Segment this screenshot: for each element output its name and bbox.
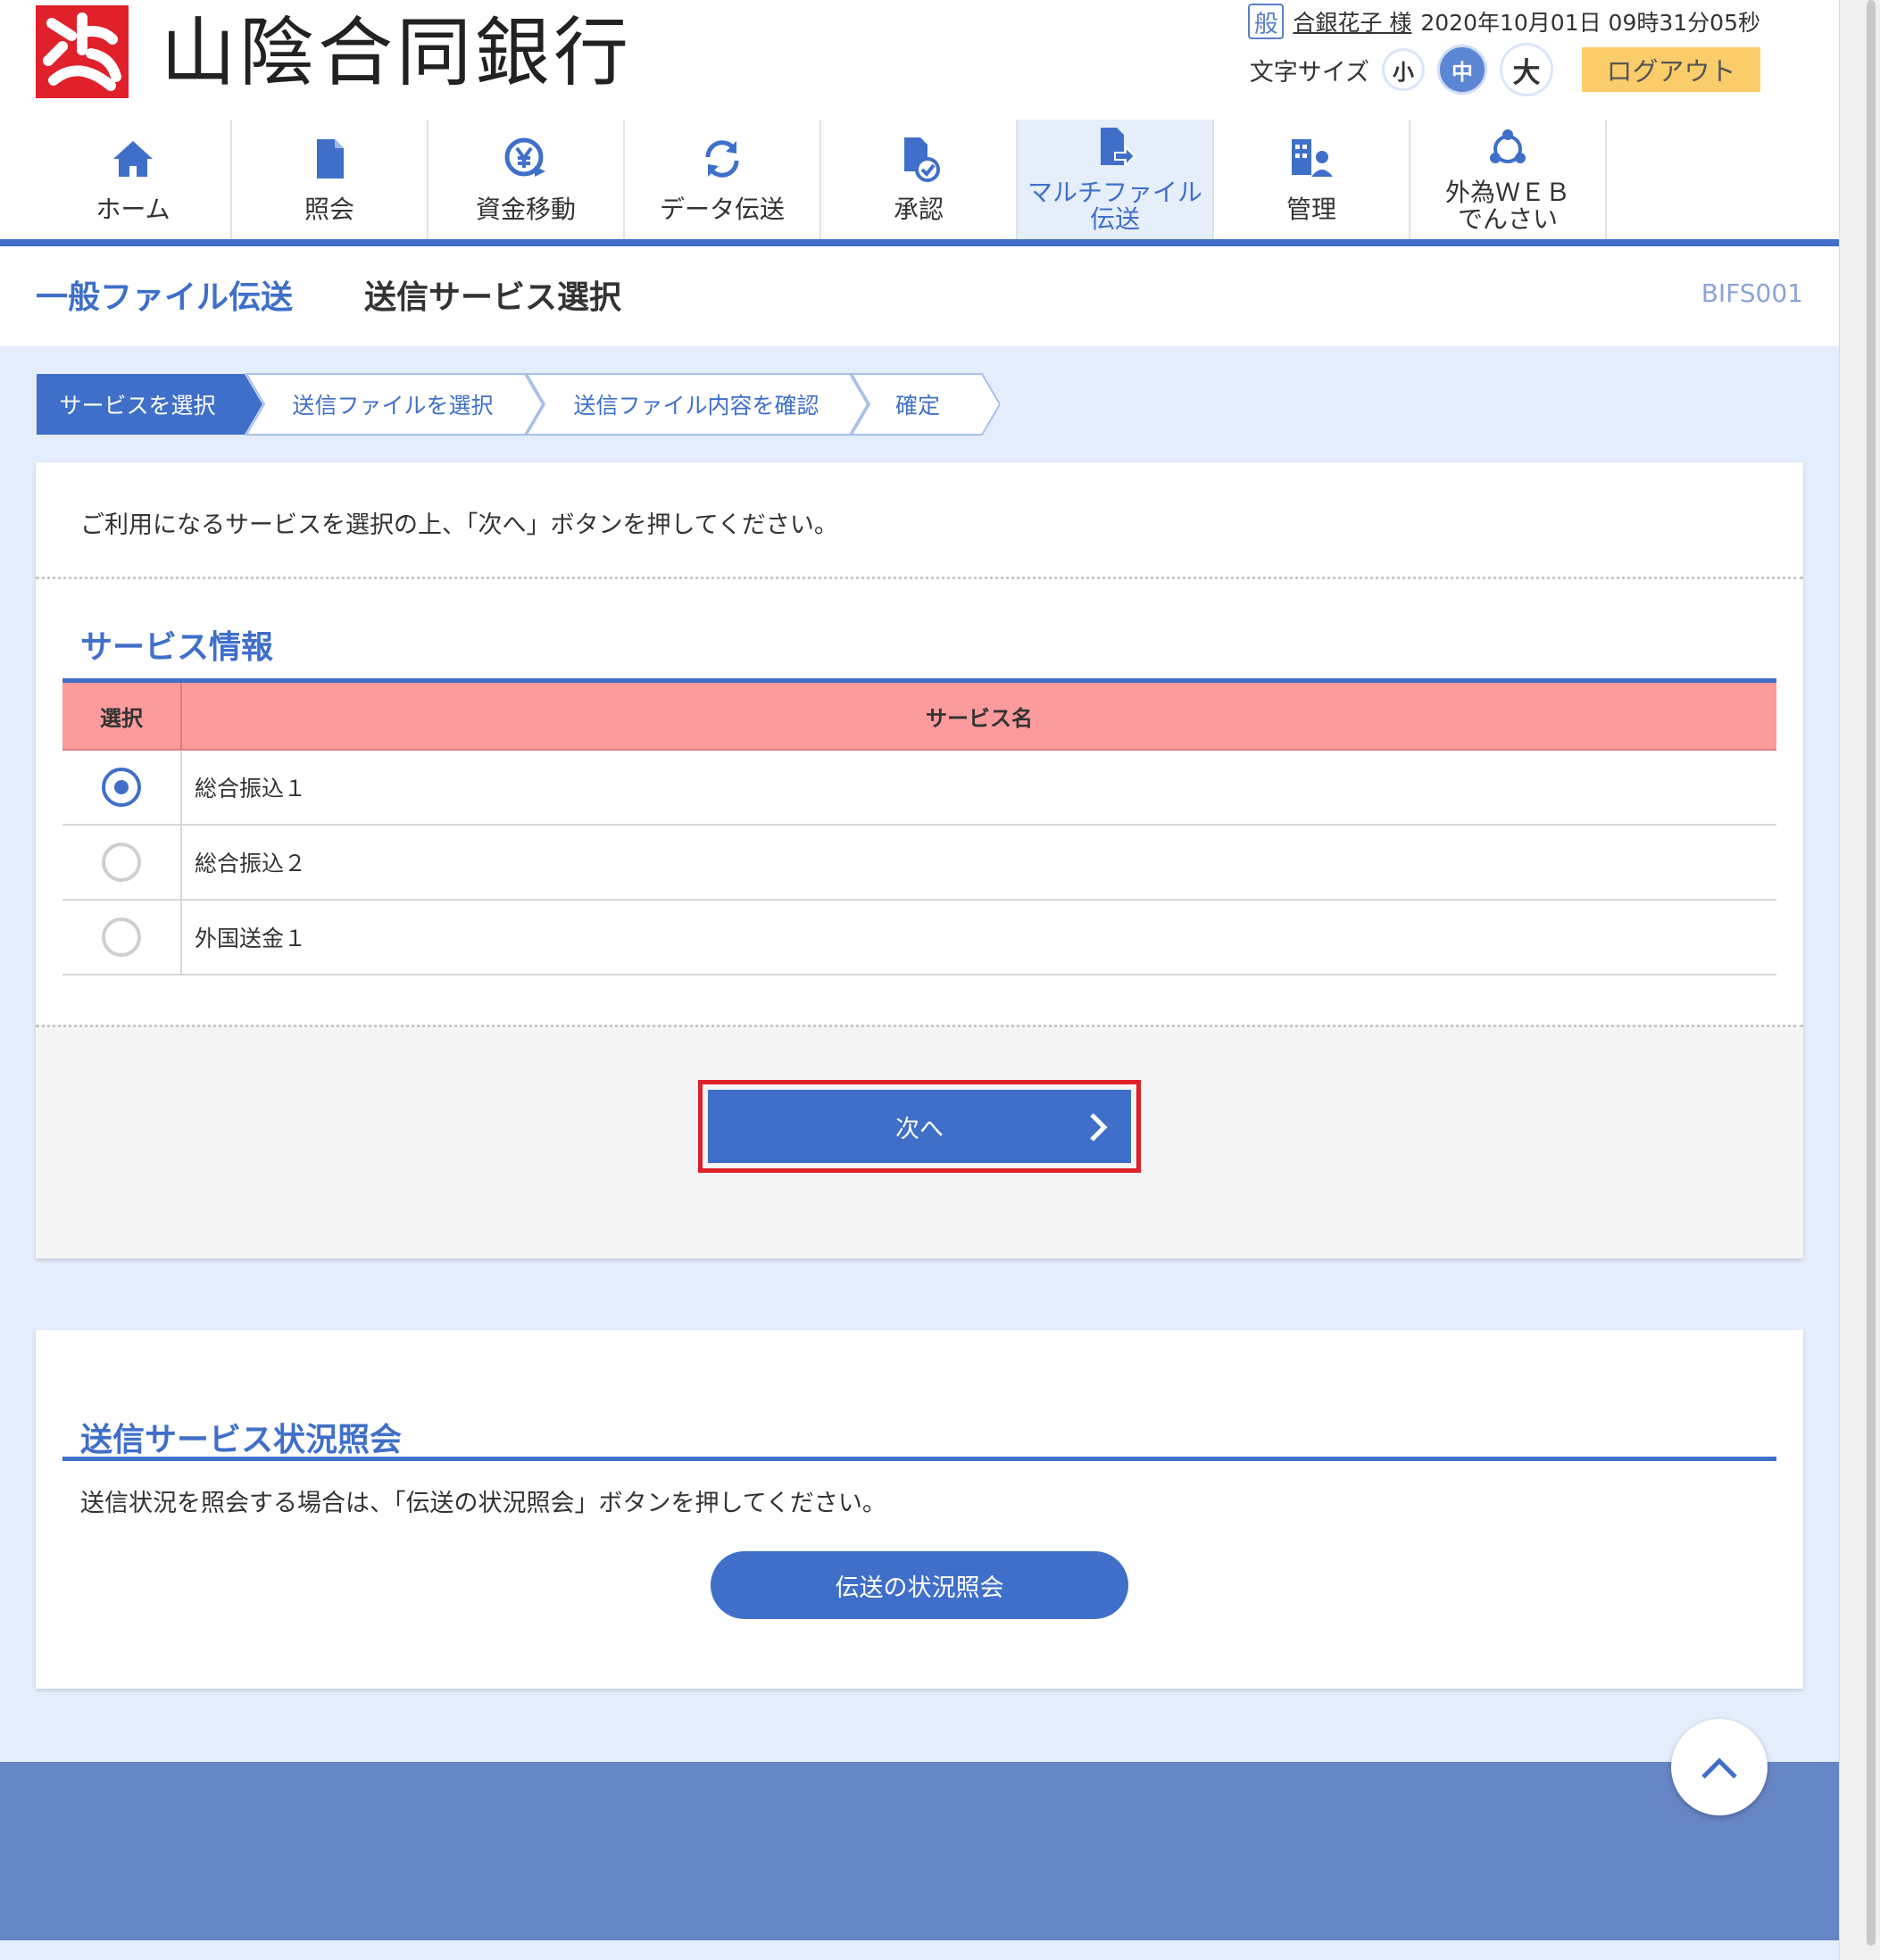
service-radio-1[interactable] xyxy=(102,768,141,807)
service-name: 総合振込２ xyxy=(195,851,307,876)
page-category-title: 一般ファイル伝送 xyxy=(36,279,294,316)
global-nav: ホーム 照会 資金移動 データ伝送 承認 マルチファイル 伝送 管理 外為ＷＥＢ… xyxy=(36,120,1607,239)
status-inquiry-heading: 送信サービス状況照会 xyxy=(80,1422,403,1458)
service-name: 外国送金１ xyxy=(195,926,307,951)
title-bar: 一般ファイル伝送 送信サービス選択 BIFS001 xyxy=(0,246,1839,346)
step-3-label: 送信ファイル内容を確認 xyxy=(573,393,819,419)
table-row[interactable]: 総合振込１ xyxy=(62,751,1776,826)
next-button-highlight: 次へ xyxy=(698,1080,1141,1173)
nav-home[interactable]: ホーム xyxy=(36,120,232,239)
home-icon xyxy=(113,141,153,177)
nav-inquiry-label: 照会 xyxy=(304,195,354,224)
table-row[interactable]: 外国送金１ xyxy=(62,901,1776,976)
nav-fund-transfer[interactable]: 資金移動 xyxy=(428,120,625,239)
sync-icon xyxy=(705,140,739,178)
nav-forex-label-1: 外為ＷＥＢ xyxy=(1444,178,1570,207)
service-select-card: ご利用になるサービスを選択の上、「次へ」ボタンを押してください。 サービス情報 … xyxy=(36,462,1803,1258)
user-type-badge: 般 xyxy=(1248,4,1285,39)
table-row[interactable]: 総合振込２ xyxy=(62,826,1776,901)
status-inquiry-card: 送信サービス状況照会 送信状況を照会する場合は、「伝送の状況照会」ボタンを押して… xyxy=(36,1330,1803,1689)
instruction-text: ご利用になるサービスを選択の上、「次へ」ボタンを押してください。 xyxy=(80,511,838,539)
header: 山陰合同銀行 般 合銀花子 様 2020年10月01日 09時31分05秒 文字… xyxy=(0,0,1839,248)
yen-transfer-icon xyxy=(504,137,545,177)
next-button[interactable]: 次へ xyxy=(708,1090,1131,1163)
nav-multi-file-transfer[interactable]: マルチファイル 伝送 xyxy=(1018,120,1214,239)
nav-multi-file-label-1: マルチファイル xyxy=(1027,178,1202,207)
bank-name[interactable]: 山陰合同銀行 xyxy=(161,4,632,102)
chevron-up-icon xyxy=(1701,1757,1737,1779)
nav-divider xyxy=(0,239,1839,246)
footer-bottom xyxy=(0,1940,1839,1960)
select-cell xyxy=(62,901,182,974)
nav-approval-label: 承認 xyxy=(893,195,944,224)
font-small-button[interactable]: 小 xyxy=(1382,48,1425,91)
nav-inquiry[interactable]: 照会 xyxy=(232,120,428,239)
nav-multi-file-label-2: 伝送 xyxy=(1089,204,1140,234)
user-name-link[interactable]: 合銀花子 様 xyxy=(1293,5,1411,37)
service-name: 総合振込１ xyxy=(195,776,307,801)
service-radio-2[interactable] xyxy=(102,843,141,882)
font-size-label: 文字サイズ xyxy=(1249,58,1369,87)
transfer-status-button[interactable]: 伝送の状況照会 xyxy=(711,1551,1128,1619)
scroll-to-top-button[interactable] xyxy=(1671,1719,1768,1815)
step-bar-svg: サービスを選択 送信ファイルを選択 送信ファイル内容を確認 確定 xyxy=(37,373,1000,436)
font-size-controls: 文字サイズ 小 中 大 ログアウト xyxy=(1249,43,1760,96)
table-header: 選択 サービス名 xyxy=(62,683,1776,751)
nav-data-transfer[interactable]: データ伝送 xyxy=(625,120,821,239)
service-table: 選択 サービス名 総合振込１ 総合振込２ 外国送金１ xyxy=(62,678,1776,976)
nav-admin-label: 管理 xyxy=(1285,195,1336,224)
nav-home-label: ホーム xyxy=(96,195,171,224)
select-cell xyxy=(62,826,182,899)
status-description: 送信状況を照会する場合は、「伝送の状況照会」ボタンを押してください。 xyxy=(80,1490,886,1517)
step-4-label: 確定 xyxy=(895,393,940,419)
admin-icon xyxy=(1292,139,1333,177)
chevron-right-icon xyxy=(1090,1113,1108,1142)
vertical-scrollbar[interactable] xyxy=(1839,0,1880,1960)
service-info-heading: サービス情報 xyxy=(80,629,274,666)
document-check-icon xyxy=(904,137,940,182)
heading-rule xyxy=(62,1457,1776,1461)
nav-data-transfer-label: データ伝送 xyxy=(659,195,785,224)
col-service-header: サービス名 xyxy=(926,705,1033,731)
font-large-button[interactable]: 大 xyxy=(1500,43,1553,96)
scrollbar-thumb[interactable] xyxy=(1867,0,1876,1946)
step-2-label: 送信ファイルを選択 xyxy=(292,393,493,419)
step-indicator: サービスを選択 送信ファイルを選択 送信ファイル内容を確認 確定 xyxy=(36,373,1000,436)
step-1-label: サービスを選択 xyxy=(59,393,215,419)
document-icon xyxy=(317,139,344,179)
logout-button[interactable]: ログアウト xyxy=(1582,47,1760,92)
next-button-label: 次へ xyxy=(895,1115,944,1143)
footer xyxy=(0,1762,1839,1940)
dotted-divider xyxy=(36,577,1803,579)
service-radio-3[interactable] xyxy=(102,918,141,957)
nav-admin[interactable]: 管理 xyxy=(1214,120,1410,239)
col-select-header: 選択 xyxy=(62,683,182,749)
screen-code: BIFS001 xyxy=(1701,278,1803,308)
file-transfer-icon xyxy=(1101,128,1136,168)
nav-forex-label-2: でんさい xyxy=(1457,204,1558,234)
user-info: 般 合銀花子 様 2020年10月01日 09時31分05秒 xyxy=(1248,4,1760,39)
font-medium-button[interactable]: 中 xyxy=(1437,45,1487,95)
page-title: 送信サービス選択 xyxy=(364,279,622,316)
page: 山陰合同銀行 般 合銀花子 様 2020年10月01日 09時31分05秒 文字… xyxy=(0,0,1839,1960)
login-datetime: 2020年10月01日 09時31分05秒 xyxy=(1420,10,1760,36)
nav-fund-transfer-label: 資金移動 xyxy=(475,195,576,224)
nav-approval[interactable]: 承認 xyxy=(821,120,1018,239)
select-cell xyxy=(62,751,182,824)
dotted-divider xyxy=(36,1025,1803,1027)
nav-forex-densai[interactable]: 外為ＷＥＢ でんさい xyxy=(1410,120,1607,239)
network-icon xyxy=(1490,129,1526,163)
bank-logo-icon[interactable] xyxy=(36,5,129,98)
